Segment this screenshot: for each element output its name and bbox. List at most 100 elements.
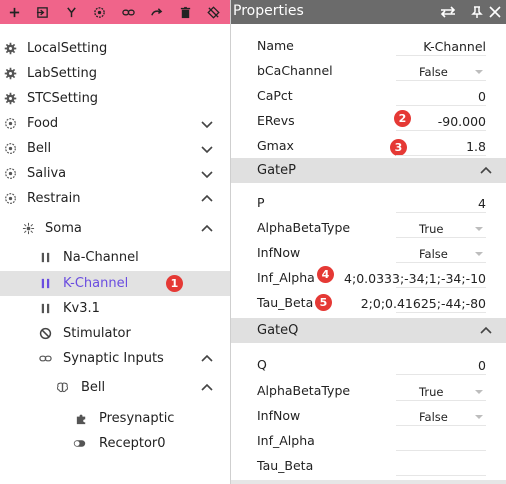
tree-item-bell[interactable]: Bell <box>0 136 230 161</box>
prop-row-name: Name K-Channel <box>231 33 506 58</box>
chevron-up-icon[interactable] <box>200 192 214 206</box>
import-button[interactable] <box>29 0 58 24</box>
field-underline <box>396 155 486 156</box>
prop-row-gmax: Gmax 3 1.8 <box>231 133 506 158</box>
tree-item-label: Bell <box>27 141 52 156</box>
gmax-field[interactable]: 1.8 <box>466 139 486 154</box>
tree-item-localsetting[interactable]: LocalSetting <box>0 36 230 61</box>
dropdown-caret-icon[interactable] <box>475 252 483 256</box>
chevron-up-icon[interactable] <box>479 164 493 178</box>
pause-icon <box>38 277 52 291</box>
pin-icon[interactable] <box>470 5 484 19</box>
tree-item-label: Saliva <box>27 166 67 181</box>
prop-name: Tau_Beta <box>257 295 314 310</box>
group-header-gateq[interactable]: GateQ <box>231 318 506 343</box>
alphabetatype-select[interactable]: True <box>419 385 443 399</box>
tree-item-label: Bell <box>81 380 106 395</box>
tree-item-presynaptic[interactable]: Presynaptic <box>0 406 230 431</box>
alphabetatype-select[interactable]: True <box>419 222 443 236</box>
tree-item-restrain[interactable]: Restrain <box>0 186 230 211</box>
chevron-up-icon[interactable] <box>200 352 214 366</box>
prop-name: InfNow <box>257 408 301 423</box>
tree-item-na-channel[interactable]: Na-Channel <box>0 245 230 270</box>
tree-item-label: Stimulator <box>63 326 131 341</box>
chevron-up-icon[interactable] <box>200 381 214 395</box>
properties-panel: Properties Name K-Channel bCaChannel Fal… <box>231 0 506 484</box>
field-underline <box>396 262 486 263</box>
bcachannel-select[interactable]: False <box>419 65 448 79</box>
chevron-up-icon[interactable] <box>479 324 493 338</box>
field-underline <box>396 105 486 106</box>
tree-item-labsetting[interactable]: LabSetting <box>0 61 230 86</box>
gear-icon <box>3 92 17 106</box>
swap-icon[interactable] <box>438 5 458 19</box>
tree-item-saliva[interactable]: Saliva <box>0 161 230 186</box>
tree-item-label: Presynaptic <box>99 411 175 426</box>
link-button[interactable] <box>114 0 143 24</box>
add-button[interactable] <box>0 0 29 24</box>
chevron-up-icon[interactable] <box>200 222 214 236</box>
field-underline <box>396 80 486 81</box>
chevron-down-icon[interactable] <box>200 142 214 156</box>
tree-item-kv3-1[interactable]: Kv3.1 <box>0 296 230 321</box>
target-button[interactable] <box>86 0 115 24</box>
field-underline <box>396 425 486 426</box>
tree-item-receptor0[interactable]: Receptor0 <box>0 431 230 456</box>
tree-item-stcsetting[interactable]: STCSetting <box>0 86 230 111</box>
prop-row-infnow: InfNow False <box>231 240 506 265</box>
delete-button[interactable] <box>171 0 200 24</box>
chevron-down-icon[interactable] <box>200 167 214 181</box>
field-underline <box>396 312 486 313</box>
prop-name: ERevs <box>257 113 295 128</box>
field-underline <box>396 475 486 476</box>
q-field[interactable]: 0 <box>478 358 486 373</box>
dropdown-caret-icon[interactable] <box>475 415 483 419</box>
group-title: GateQ <box>257 323 299 338</box>
dropdown-caret-icon[interactable] <box>475 227 483 231</box>
prop-name: Inf_Alpha <box>257 270 315 285</box>
erevs-field[interactable]: -90.000 <box>438 114 486 129</box>
tau-beta-field[interactable]: 2;0;0.41625;-44;-80 <box>361 296 486 311</box>
infnow-select[interactable]: False <box>419 410 448 424</box>
field-underline <box>396 55 486 56</box>
step-badge: 2 <box>394 110 411 127</box>
tree-item-label: Receptor0 <box>99 436 166 451</box>
fork-button[interactable] <box>57 0 86 24</box>
dropdown-caret-icon[interactable] <box>475 70 483 74</box>
target-icon <box>3 167 17 181</box>
name-field[interactable]: K-Channel <box>423 39 486 54</box>
import-icon <box>37 6 49 18</box>
redo-button[interactable] <box>143 0 172 24</box>
tree-item-synaptic-inputs[interactable]: Synaptic Inputs <box>0 346 230 371</box>
step-badge: 5 <box>315 294 332 311</box>
prop-name: AlphaBetaType <box>257 383 351 398</box>
field-underline <box>396 374 486 375</box>
group-header-gatep[interactable]: GateP <box>231 158 506 183</box>
brain-icon <box>55 381 69 395</box>
prop-name: Q <box>257 357 267 372</box>
tree-item-bell-input[interactable]: Bell <box>0 375 230 400</box>
prop-row-infnow-q: InfNow False <box>231 403 506 428</box>
field-underline <box>396 287 486 288</box>
prop-row-inf-alpha-q: Inf_Alpha <box>231 428 506 453</box>
step-badge: 1 <box>166 275 183 292</box>
dropdown-caret-icon[interactable] <box>475 390 483 394</box>
properties-header: Properties <box>231 0 506 24</box>
prop-name: bCaChannel <box>257 63 333 78</box>
tree-item-label: Restrain <box>27 191 81 206</box>
prop-row-bcachannel: bCaChannel False <box>231 58 506 83</box>
link-icon <box>122 9 135 15</box>
block-icon <box>38 327 52 341</box>
infnow-select[interactable]: False <box>419 247 448 261</box>
target-icon <box>3 142 17 156</box>
tree-item-food[interactable]: Food <box>0 111 230 136</box>
tree-item-stimulator[interactable]: Stimulator <box>0 321 230 346</box>
inf-alpha-field[interactable]: 4;0.0333;-34;1;-34;-10 <box>344 271 486 286</box>
chevron-down-icon[interactable] <box>200 117 214 131</box>
p-field[interactable]: 4 <box>478 196 486 211</box>
capct-field[interactable]: 0 <box>478 89 486 104</box>
clear-button[interactable] <box>200 0 229 24</box>
tree-item-soma[interactable]: Soma <box>0 216 230 241</box>
close-icon[interactable] <box>488 5 502 19</box>
tree-item-k-channel[interactable]: K-Channel 1 <box>0 271 230 296</box>
